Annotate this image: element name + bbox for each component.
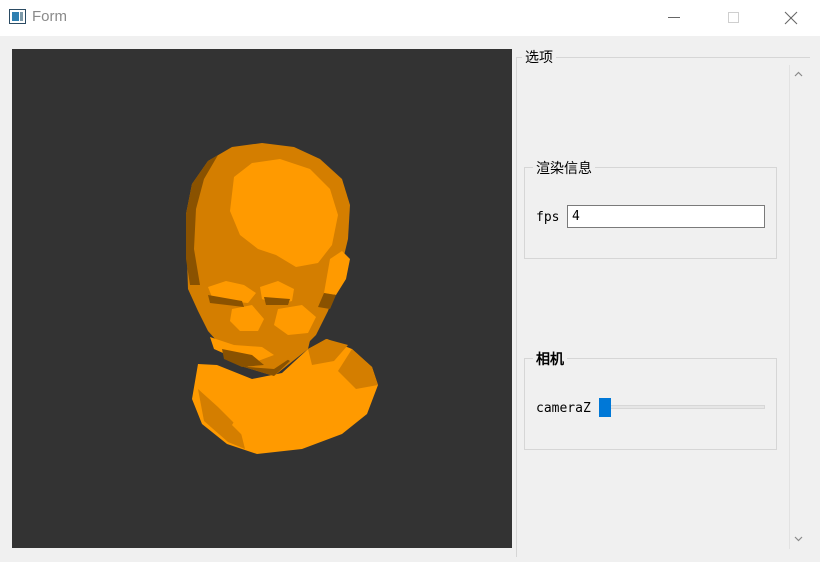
cameraz-label: cameraZ bbox=[536, 401, 591, 416]
title-bar: Form bbox=[0, 0, 820, 36]
options-title: 选项 bbox=[522, 47, 556, 67]
close-button[interactable] bbox=[763, 0, 820, 36]
options-scrollbar[interactable] bbox=[789, 65, 806, 549]
scroll-up-icon[interactable] bbox=[794, 70, 803, 79]
window-title: Form bbox=[32, 8, 67, 25]
scroll-down-icon[interactable] bbox=[794, 534, 803, 543]
render-info-title: 渲染信息 bbox=[533, 158, 595, 178]
head-model-image bbox=[186, 143, 378, 454]
app-icon bbox=[9, 9, 26, 24]
close-icon bbox=[784, 11, 798, 25]
fps-label: fps bbox=[536, 210, 560, 225]
fps-field[interactable]: 4 bbox=[567, 205, 765, 228]
camera-title: 相机 bbox=[533, 349, 567, 369]
minimize-button[interactable] bbox=[647, 0, 705, 36]
cameraz-slider-track[interactable] bbox=[600, 405, 765, 409]
maximize-icon bbox=[728, 12, 739, 23]
options-groupbox bbox=[516, 57, 810, 557]
cameraz-slider-thumb[interactable] bbox=[599, 398, 611, 417]
render-viewport[interactable] bbox=[12, 49, 512, 548]
minimize-icon bbox=[668, 17, 680, 18]
maximize-button[interactable] bbox=[705, 0, 763, 36]
